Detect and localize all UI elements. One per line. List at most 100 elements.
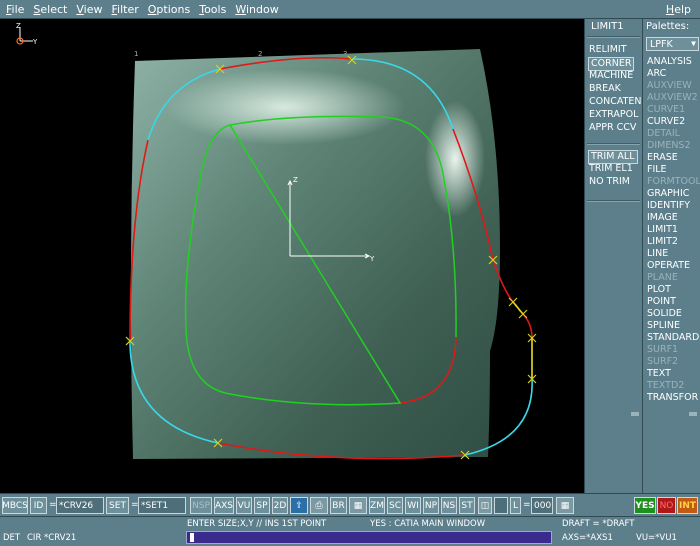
printer-icon[interactable]: ⎙ (310, 497, 328, 514)
axs-status: AXS=*AXS1 (562, 533, 613, 543)
menu-window[interactable]: Window (232, 3, 281, 16)
equals-sign: = (523, 500, 531, 510)
palette-item[interactable]: ERASE (647, 152, 678, 164)
command-input[interactable] (186, 531, 552, 544)
palette-item[interactable]: PLANE (647, 272, 678, 284)
id-field[interactable]: *CRV26 (56, 497, 104, 514)
separator (587, 200, 640, 202)
yes-button[interactable]: YES (634, 497, 656, 514)
palettes-panel: Palettes: LPFK ▼ ANALYSIS ARC AUXVIEW AU… (642, 19, 700, 493)
palette-item[interactable]: FORMTOOL (647, 176, 700, 188)
ns-button[interactable]: NS (441, 497, 457, 514)
zm-button[interactable]: ZM (369, 497, 385, 514)
menu-filter[interactable]: Filter (108, 3, 141, 16)
cmd-machine[interactable]: MACHINE (589, 70, 633, 82)
cmd-corner[interactable]: CORNER (588, 57, 635, 71)
palette-item[interactable]: LINE (647, 248, 668, 260)
sc-button[interactable]: SC (387, 497, 403, 514)
resize-handle[interactable] (631, 412, 639, 416)
palette-item[interactable]: DETAIL (647, 128, 680, 140)
palette-item[interactable]: AUXVIEW (647, 80, 692, 92)
resize-handle[interactable] (689, 412, 697, 416)
menu-select[interactable]: Select (30, 3, 70, 16)
palette-item[interactable]: IMAGE (647, 212, 678, 224)
palette-item[interactable]: DIMENS2 (647, 140, 691, 152)
command-panel: LIMIT1 RELIMIT CORNER MACHINE BREAK CONC… (584, 19, 642, 493)
np-button[interactable]: NP (423, 497, 439, 514)
cmd-concaten[interactable]: CONCATEN (589, 96, 642, 108)
slider-field[interactable] (494, 497, 508, 514)
palette-select[interactable]: LPFK ▼ (646, 37, 699, 51)
text-caret (190, 533, 194, 542)
palettes-title: Palettes: (646, 21, 690, 32)
keypad-icon[interactable]: ▦ (556, 497, 574, 514)
palette-item[interactable]: POINT (647, 296, 676, 308)
palette-item[interactable]: FILE (647, 164, 667, 176)
menubar: File Select View Filter Options Tools Wi… (0, 0, 700, 19)
palette-item[interactable]: SOLIDE (647, 308, 682, 320)
palette-item[interactable]: AUXVIEW2 (647, 92, 698, 104)
palette-item[interactable]: IDENTIFY (647, 200, 690, 212)
nsp-button[interactable]: NSP (190, 497, 212, 514)
palette-item[interactable]: CURVE1 (647, 104, 685, 116)
cmd-extrapol[interactable]: EXTRAPOL (589, 109, 638, 121)
int-button[interactable]: INT (677, 497, 698, 514)
command-panel-title: LIMIT1 (591, 21, 624, 32)
palette-item[interactable]: TRANSFOR (647, 392, 698, 404)
vu-button[interactable]: VU (236, 497, 252, 514)
palette-item[interactable]: SURF1 (647, 344, 678, 356)
palette-item[interactable]: PLOT (647, 284, 671, 296)
menu-options[interactable]: Options (145, 3, 193, 16)
sp-button[interactable]: SP (254, 497, 270, 514)
palette-item[interactable]: OPERATE (647, 260, 690, 272)
palette-item[interactable]: STANDARD (647, 332, 699, 344)
palette-item[interactable]: TEXTD2 (647, 380, 684, 392)
exit-icon[interactable]: ⇪ (290, 497, 308, 514)
no-button[interactable]: NO (657, 497, 676, 514)
corner-axis-z-label: Z (16, 22, 21, 30)
axs-button[interactable]: AXS (214, 497, 234, 514)
axis-y-label: Y (369, 255, 375, 263)
wi-button[interactable]: WI (405, 497, 421, 514)
palette-item[interactable]: LIMIT2 (647, 236, 678, 248)
separator (587, 143, 640, 145)
l-label: L (510, 497, 521, 514)
l-field[interactable]: 000 (531, 497, 553, 514)
cylinder-icon[interactable]: ◫ (478, 497, 492, 514)
set-field[interactable]: *SET1 (138, 497, 186, 514)
palette-item[interactable]: SURF2 (647, 356, 678, 368)
axis-z-label: Z (293, 176, 298, 184)
menu-view[interactable]: View (73, 3, 105, 16)
menu-tools[interactable]: Tools (196, 3, 229, 16)
cmd-trim-el1[interactable]: TRIM EL1 (589, 163, 633, 175)
corner-axis-y-label: Y (32, 38, 38, 46)
cmd-relimit[interactable]: RELIMIT (589, 44, 627, 56)
menu-help[interactable]: Help (663, 3, 694, 16)
det-label: DET (3, 533, 21, 543)
cmd-no-trim[interactable]: NO TRIM (589, 176, 630, 188)
br-button[interactable]: BR (330, 497, 347, 514)
graphics-viewport[interactable]: 1 2 3 4 5 (0, 19, 584, 493)
palette-item[interactable]: GRAPHIC (647, 188, 689, 200)
surface-highlight (165, 69, 405, 145)
id-label: ID (30, 497, 47, 514)
st-button[interactable]: ST (459, 497, 475, 514)
prompt-text: ENTER SIZE;X,Y // INS 1ST POINT (187, 519, 327, 529)
palette-item[interactable]: SPLINE (647, 320, 680, 332)
cmd-trim-all[interactable]: TRIM ALL (588, 150, 638, 164)
geometry-canvas[interactable]: 1 2 3 4 5 (0, 19, 584, 493)
window-icon[interactable]: ▦ (349, 497, 367, 514)
cmd-break[interactable]: BREAK (589, 83, 621, 95)
menu-file[interactable]: File (3, 3, 27, 16)
window-message: YES : CATIA MAIN WINDOW (370, 519, 486, 529)
chevron-down-icon: ▼ (691, 39, 696, 48)
mbcs-button[interactable]: MBCS (2, 497, 28, 514)
status-bar: ENTER SIZE;X,Y // INS 1ST POINT YES : CA… (0, 516, 700, 546)
palette-item[interactable]: TEXT (647, 368, 671, 380)
palette-item[interactable]: CURVE2 (647, 116, 685, 128)
cmd-appr-ccv[interactable]: APPR CCV (589, 122, 636, 134)
palette-item[interactable]: ARC (647, 68, 666, 80)
palette-item[interactable]: ANALYSIS (647, 56, 692, 68)
palette-item[interactable]: LIMIT1 (647, 224, 678, 236)
2d-button[interactable]: 2D (272, 497, 288, 514)
